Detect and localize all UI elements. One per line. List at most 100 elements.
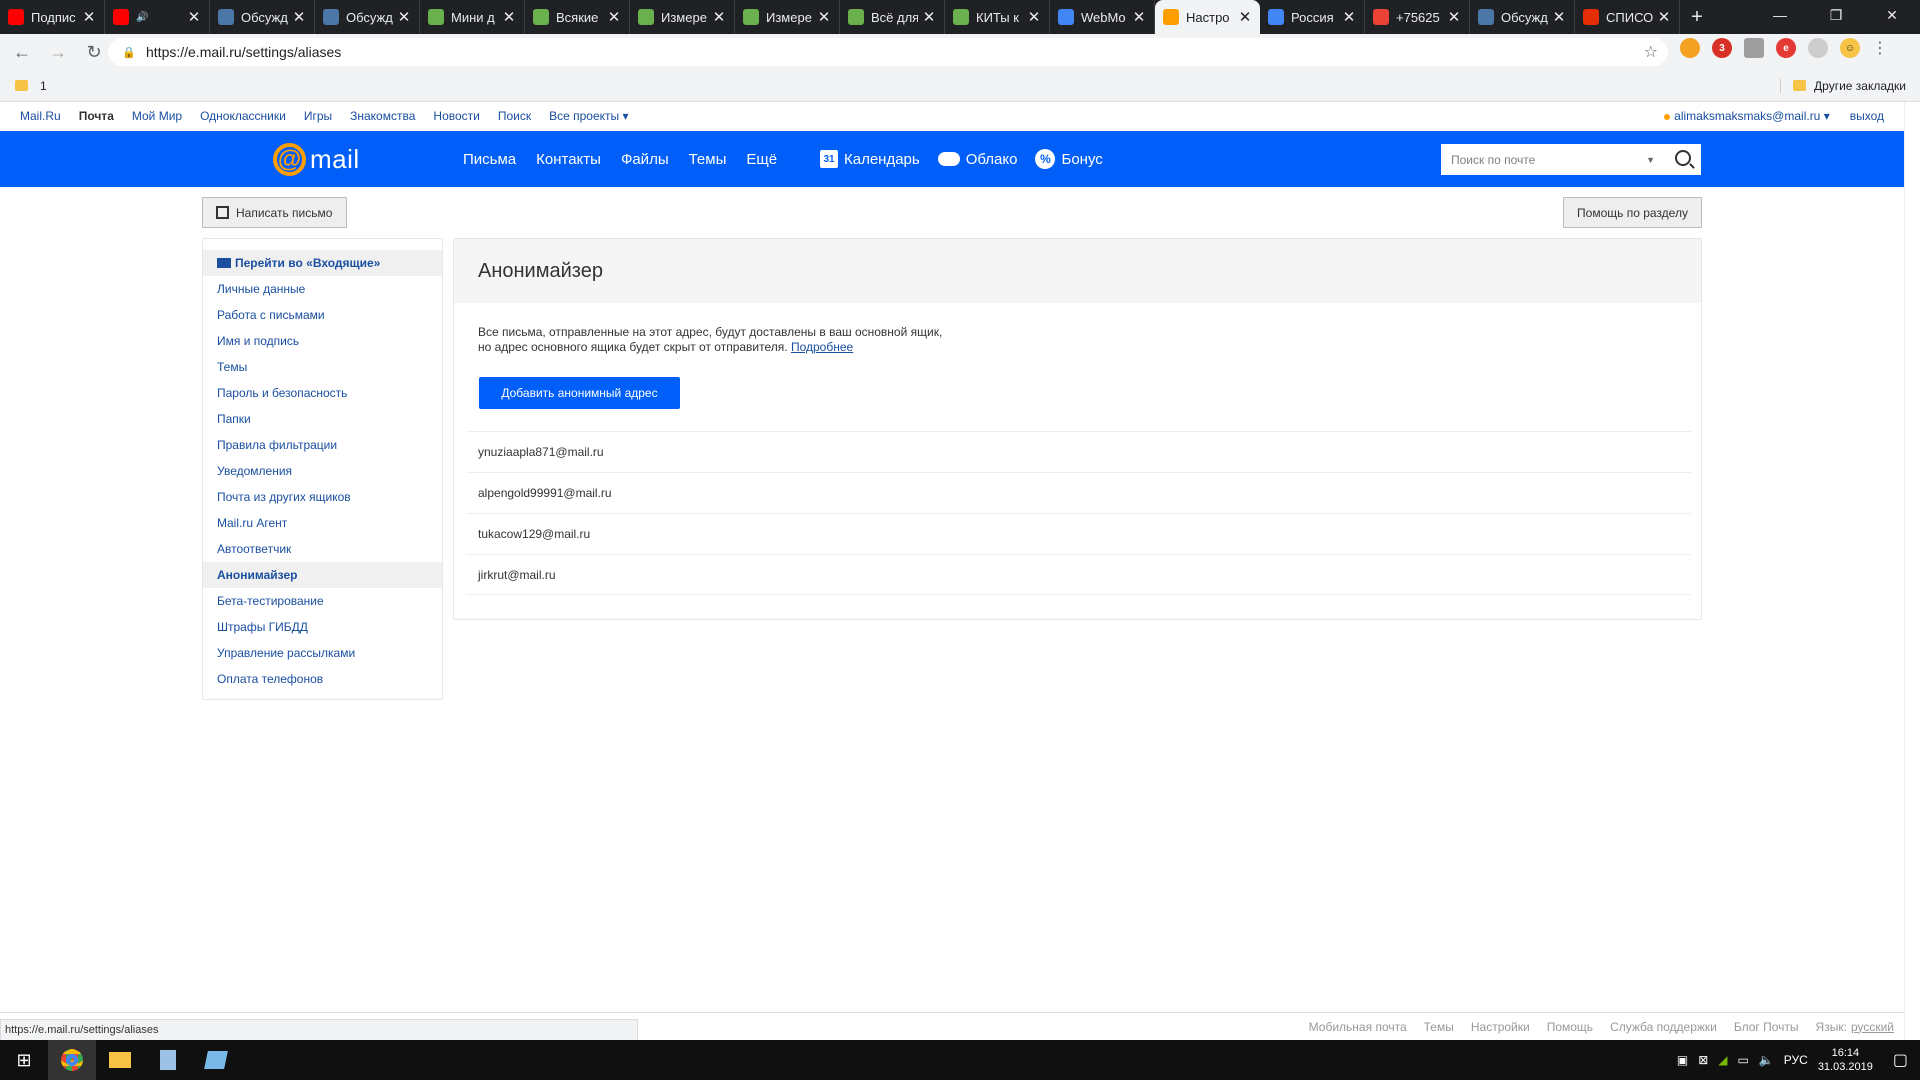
close-tab-icon[interactable]: ✕	[607, 8, 621, 26]
close-tab-icon[interactable]: ✕	[1132, 8, 1146, 26]
sidebar-item[interactable]: Уведомления	[203, 458, 442, 484]
close-tab-icon[interactable]: ✕	[1238, 8, 1252, 26]
mail-search-input[interactable]: Поиск по почте ▼	[1441, 144, 1701, 175]
sidebar-item[interactable]: Правила фильтрации	[203, 432, 442, 458]
windows-start-icon[interactable]: ⊞	[0, 1040, 48, 1080]
browser-tab[interactable]: Обсужд ✕	[1470, 0, 1575, 34]
reload-icon[interactable]: ↻	[80, 38, 108, 66]
close-tab-icon[interactable]: ✕	[292, 8, 306, 26]
forward-icon[interactable]: →	[44, 38, 72, 66]
close-window-icon[interactable]: ✕	[1864, 0, 1920, 30]
browser-tab[interactable]: Мини д ✕	[420, 0, 525, 34]
main-nav-item[interactable]: Файлы	[621, 151, 669, 168]
browser-tab[interactable]: Всё для ✕	[840, 0, 945, 34]
main-nav-item[interactable]: Контакты	[536, 151, 601, 168]
close-tab-icon[interactable]: ✕	[187, 8, 201, 26]
extension-icon[interactable]: e	[1776, 38, 1796, 58]
vertical-scrollbar[interactable]	[1904, 102, 1920, 1040]
browser-tab[interactable]: Обсужд ✕	[315, 0, 420, 34]
portal-link[interactable]: Mail.Ru	[20, 109, 61, 123]
browser-tab[interactable]: Всякие ✕	[525, 0, 630, 34]
audio-icon[interactable]: 🔊	[136, 12, 148, 23]
browser-tab[interactable]: 🔊 ✕	[105, 0, 210, 34]
portal-link[interactable]: Одноклассники	[200, 109, 286, 123]
browser-tab[interactable]: Россия ✕	[1260, 0, 1365, 34]
extension-icon[interactable]	[1680, 38, 1700, 58]
search-icon[interactable]	[1675, 150, 1691, 166]
bookmark-star-icon[interactable]: ☆	[1644, 42, 1658, 62]
nvidia-icon[interactable]: ◢	[1718, 1053, 1727, 1067]
portal-link[interactable]: Мой Мир	[132, 109, 182, 123]
browser-tab[interactable]: СПИСО ✕	[1575, 0, 1680, 34]
close-tab-icon[interactable]: ✕	[397, 8, 411, 26]
more-link[interactable]: Подробнее	[791, 340, 853, 354]
other-bookmarks[interactable]: Другие закладки	[1780, 78, 1906, 93]
sidebar-item[interactable]: Бета-тестирование	[203, 588, 442, 614]
alias-row[interactable]: tukacow129@mail.ru	[466, 513, 1691, 554]
chevron-down-icon[interactable]: ▼	[1646, 155, 1655, 165]
footer-link[interactable]: Служба поддержки	[1610, 1020, 1717, 1034]
close-tab-icon[interactable]: ✕	[922, 8, 936, 26]
sidebar-item[interactable]: Автоответчик	[203, 536, 442, 562]
portal-link[interactable]: Знакомства	[350, 109, 415, 123]
close-tab-icon[interactable]: ✕	[1342, 8, 1356, 26]
chrome-taskbar-icon[interactable]	[48, 1040, 96, 1080]
go-to-inbox-link[interactable]: Перейти во «Входящие»	[203, 250, 442, 276]
close-tab-icon[interactable]: ✕	[502, 8, 516, 26]
restore-icon[interactable]: ❐	[1808, 0, 1864, 30]
network-icon[interactable]: ▣	[1677, 1053, 1688, 1067]
extension-icon[interactable]	[1744, 38, 1764, 58]
sidebar-item[interactable]: Mail.ru Агент	[203, 510, 442, 536]
sidebar-item[interactable]: Управление рассылками	[203, 640, 442, 666]
compose-button[interactable]: Написать письмо	[202, 197, 347, 228]
sidebar-item[interactable]: Темы	[203, 354, 442, 380]
sidebar-item[interactable]: Папки	[203, 406, 442, 432]
close-tab-icon[interactable]: ✕	[817, 8, 831, 26]
portal-link[interactable]: Игры	[304, 109, 332, 123]
minimize-icon[interactable]: —	[1752, 0, 1808, 30]
sidebar-item[interactable]: Почта из других ящиков	[203, 484, 442, 510]
close-tab-icon[interactable]: ✕	[1552, 8, 1566, 26]
browser-tab[interactable]: Обсужд ✕	[210, 0, 315, 34]
address-bar[interactable]: 🔒 https://e.mail.ru/settings/aliases ☆	[108, 38, 1668, 66]
footer-link[interactable]: Блог Почты	[1734, 1020, 1799, 1034]
sidebar-item[interactable]: Оплата телефонов	[203, 666, 442, 692]
alias-row[interactable]: ynuziaapla871@mail.ru	[466, 431, 1691, 472]
close-tab-icon[interactable]: ✕	[712, 8, 726, 26]
close-tab-icon[interactable]: ✕	[1447, 8, 1461, 26]
bookmark-folder-1[interactable]: 1	[15, 79, 47, 93]
help-button[interactable]: Помощь по разделу	[1563, 197, 1702, 228]
browser-tab[interactable]: Настро ✕	[1155, 0, 1260, 34]
portal-link[interactable]: Новости	[433, 109, 479, 123]
footer-link[interactable]: Помощь	[1547, 1020, 1593, 1034]
monitor-icon[interactable]: ▭	[1737, 1053, 1748, 1067]
sidebar-item[interactable]: Пароль и безопасность	[203, 380, 442, 406]
browser-tab[interactable]: Измере ✕	[735, 0, 840, 34]
main-nav-item[interactable]: Ещё	[746, 151, 777, 168]
browser-tab[interactable]: +75625 ✕	[1365, 0, 1470, 34]
sidebar-item[interactable]: Личные данные	[203, 276, 442, 302]
profile-avatar-icon[interactable]: ☺	[1840, 38, 1860, 58]
main-nav-item[interactable]: Темы	[689, 151, 727, 168]
file-explorer-icon[interactable]	[96, 1040, 144, 1080]
browser-tab[interactable]: Подпис ✕	[0, 0, 105, 34]
close-tab-icon[interactable]: ✕	[1027, 8, 1041, 26]
footer-link[interactable]: Темы	[1424, 1020, 1454, 1034]
mail-logo[interactable]: @ mail	[273, 143, 360, 176]
new-tab-icon[interactable]: +	[1680, 0, 1714, 34]
calendar-link[interactable]: 31 Календарь	[820, 150, 920, 168]
portal-link[interactable]: Поиск	[498, 109, 531, 123]
app-icon[interactable]	[192, 1040, 240, 1080]
footer-link[interactable]: Мобильная почта	[1309, 1020, 1407, 1034]
tray-app-icon[interactable]: ⊠	[1698, 1053, 1708, 1067]
add-alias-button[interactable]: Добавить анонимный адрес	[479, 377, 680, 409]
notepad-icon[interactable]	[144, 1040, 192, 1080]
bonus-link[interactable]: % Бонус	[1035, 149, 1103, 169]
main-nav-item[interactable]: Письма	[463, 151, 516, 168]
logout-link[interactable]: выход	[1850, 109, 1884, 123]
sidebar-item[interactable]: Штрафы ГИБДД	[203, 614, 442, 640]
browser-tab[interactable]: Измере ✕	[630, 0, 735, 34]
notifications-icon[interactable]: ▢	[1893, 1050, 1908, 1070]
back-icon[interactable]: ←	[8, 38, 36, 66]
close-tab-icon[interactable]: ✕	[82, 8, 96, 26]
